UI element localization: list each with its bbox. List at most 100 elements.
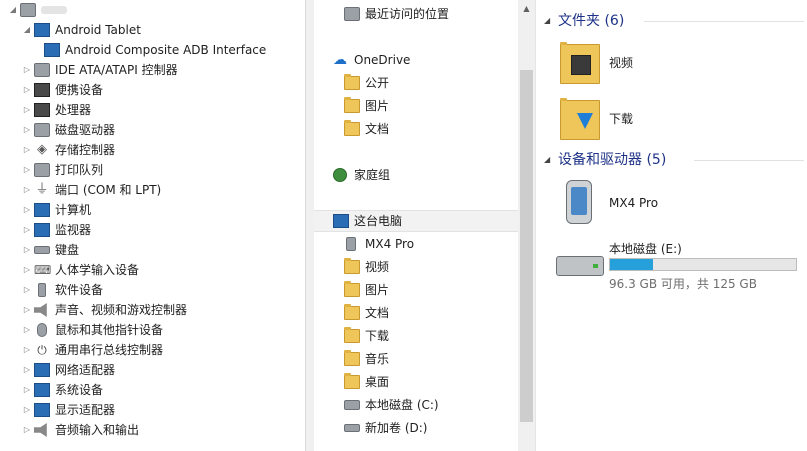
drive-c-icon (344, 400, 360, 410)
nav-item-label: 公开 (365, 76, 390, 90)
nav-item-homegroup[interactable]: 家庭组 (314, 164, 518, 186)
expand-arrow-icon[interactable]: ▷ (20, 320, 34, 340)
tree-root[interactable]: ◢ (6, 0, 67, 20)
tree-item-label: 键盘 (55, 243, 80, 257)
hard-drive-icon (556, 256, 604, 276)
nav-item-downloads[interactable]: 下载 (314, 325, 518, 347)
nav-item-label: 图片 (365, 99, 390, 113)
computer-icon (20, 3, 36, 17)
scroll-up-arrow-icon[interactable]: ▲ (518, 0, 535, 17)
tree-item-label: 便携设备 (55, 83, 104, 97)
expand-arrow-icon[interactable]: ▷ (20, 340, 34, 360)
tree-item-usb[interactable]: ▷ ⏻ 通用串行总线控制器 (20, 340, 163, 360)
tree-item-software[interactable]: ▷ 软件设备 (20, 280, 103, 300)
pictures-folder-icon (344, 281, 360, 297)
folders-group-header[interactable]: ◢ 文件夹 (6) (544, 11, 804, 31)
expand-arrow-icon[interactable]: ▷ (20, 100, 34, 120)
navigation-pane: 最近访问的位置 ☁ OneDrive 公开 图片 文档 家庭组 这台电脑 MX4… (314, 0, 518, 451)
expand-arrow-icon[interactable]: ▷ (20, 240, 34, 260)
tree-item-adb-interface[interactable]: Android Composite ADB Interface (44, 40, 266, 60)
expand-arrow-icon[interactable]: ▷ (20, 420, 34, 440)
scrollbar-thumb[interactable] (520, 70, 533, 422)
phone-icon (346, 237, 356, 251)
monitor-icon (44, 43, 60, 57)
usb-icon: ⏻ (37, 343, 47, 357)
documents-folder-icon (344, 304, 360, 320)
nav-item-recent[interactable]: 最近访问的位置 (314, 3, 518, 25)
tree-item-sound[interactable]: ▷ 声音、视频和游戏控制器 (20, 300, 187, 320)
collapse-arrow-icon[interactable]: ◢ (544, 150, 558, 170)
nav-item-pc-pictures[interactable]: 图片 (314, 279, 518, 301)
this-pc-icon (333, 214, 349, 228)
tree-item-port[interactable]: ▷ ⏚ 端口 (COM 和 LPT) (20, 180, 161, 200)
expand-arrow-icon[interactable]: ▷ (20, 300, 34, 320)
nav-scrollbar[interactable]: ▲ (518, 0, 535, 451)
tree-item-processor[interactable]: ▷ 处理器 (20, 100, 91, 120)
downloads-folder-icon (344, 327, 360, 343)
nav-item-drive-d[interactable]: 新加卷 (D:) (314, 417, 518, 439)
phone-icon (566, 180, 592, 224)
expand-arrow-icon[interactable]: ▷ (20, 360, 34, 380)
tree-item-computer[interactable]: ▷ 计算机 (20, 200, 91, 220)
nav-item-videos[interactable]: 视频 (314, 256, 518, 278)
nav-item-label: 这台电脑 (354, 214, 403, 228)
tree-item-print[interactable]: ▷ 打印队列 (20, 160, 103, 180)
expand-arrow-icon[interactable]: ▷ (20, 220, 34, 240)
expand-arrow-icon[interactable]: ▷ (20, 200, 34, 220)
nav-item-mx4pro[interactable]: MX4 Pro (314, 233, 518, 255)
expand-arrow-icon[interactable]: ▷ (20, 180, 34, 200)
tree-item-audio[interactable]: ▷ 音频输入和输出 (20, 420, 139, 440)
tree-item-display[interactable]: ▷ 显示适配器 (20, 400, 115, 420)
tree-item-label: 通用串行总线控制器 (55, 343, 164, 357)
software-device-icon (38, 283, 46, 297)
tree-item-mouse[interactable]: ▷ 鼠标和其他指针设备 (20, 320, 163, 340)
nav-item-public[interactable]: 公开 (314, 72, 518, 94)
tree-item-label: 磁盘驱动器 (55, 123, 116, 137)
nav-item-onedrive[interactable]: ☁ OneDrive (314, 49, 518, 71)
tree-item-keyboard[interactable]: ▷ 键盘 (20, 240, 79, 260)
expand-arrow-icon[interactable]: ▷ (20, 120, 34, 140)
tree-item-storage[interactable]: ▷ ◈ 存储控制器 (20, 140, 115, 160)
expand-arrow-icon[interactable]: ▷ (20, 140, 34, 160)
nav-item-this-pc[interactable]: 这台电脑 (314, 210, 518, 232)
monitor-icon (34, 223, 50, 237)
desktop-folder-icon (344, 373, 360, 389)
computer-icon (34, 203, 50, 217)
collapse-arrow-icon[interactable]: ◢ (544, 11, 558, 31)
speaker-icon (34, 303, 47, 317)
expand-arrow-icon[interactable]: ▷ (20, 400, 34, 420)
nav-item-desktop[interactable]: 桌面 (314, 371, 518, 393)
expand-arrow-icon[interactable]: ▷ (20, 80, 34, 100)
tree-item-label: 端口 (COM 和 LPT) (55, 183, 162, 197)
mouse-icon (37, 323, 47, 337)
tree-item-disk[interactable]: ▷ 磁盘驱动器 (20, 120, 115, 140)
tree-item-monitor[interactable]: ▷ 监视器 (20, 220, 91, 240)
tree-item-portable[interactable]: ▷ 便携设备 (20, 80, 103, 100)
tree-item-network[interactable]: ▷ 网络适配器 (20, 360, 115, 380)
nav-item-pc-documents[interactable]: 文档 (314, 302, 518, 324)
collapse-arrow-icon[interactable]: ◢ (6, 0, 20, 20)
expand-arrow-icon[interactable]: ▷ (20, 60, 34, 80)
nav-item-drive-c[interactable]: 本地磁盘 (C:) (314, 394, 518, 416)
nav-item-pictures[interactable]: 图片 (314, 95, 518, 117)
ide-controller-icon (34, 63, 50, 77)
expand-arrow-icon[interactable]: ▷ (20, 280, 34, 300)
device-tree: ◢ ◢ Android Tablet Android Composite ADB … (0, 0, 305, 451)
tree-root-label (41, 6, 67, 14)
tree-item-ide[interactable]: ▷ IDE ATA/ATAPI 控制器 (20, 60, 178, 80)
collapse-arrow-icon[interactable]: ◢ (20, 20, 34, 40)
nav-item-label: OneDrive (354, 53, 411, 67)
expand-arrow-icon[interactable]: ▷ (20, 380, 34, 400)
folder-icon (344, 74, 360, 90)
nav-item-documents[interactable]: 文档 (314, 118, 518, 140)
pane-gap (306, 0, 314, 451)
downloads-folder-icon (560, 98, 600, 140)
tree-item-system[interactable]: ▷ 系统设备 (20, 380, 103, 400)
expand-arrow-icon[interactable]: ▷ (20, 260, 34, 280)
tree-item-android-tablet[interactable]: ◢ Android Tablet (20, 20, 141, 40)
expand-arrow-icon[interactable]: ▷ (20, 160, 34, 180)
devices-group-header[interactable]: ◢ 设备和驱动器 (5) (544, 150, 804, 170)
nav-item-music[interactable]: 音乐 (314, 348, 518, 370)
tree-item-hid[interactable]: ▷ ⌨ 人体学输入设备 (20, 260, 139, 280)
tree-item-label: 打印队列 (55, 163, 104, 177)
